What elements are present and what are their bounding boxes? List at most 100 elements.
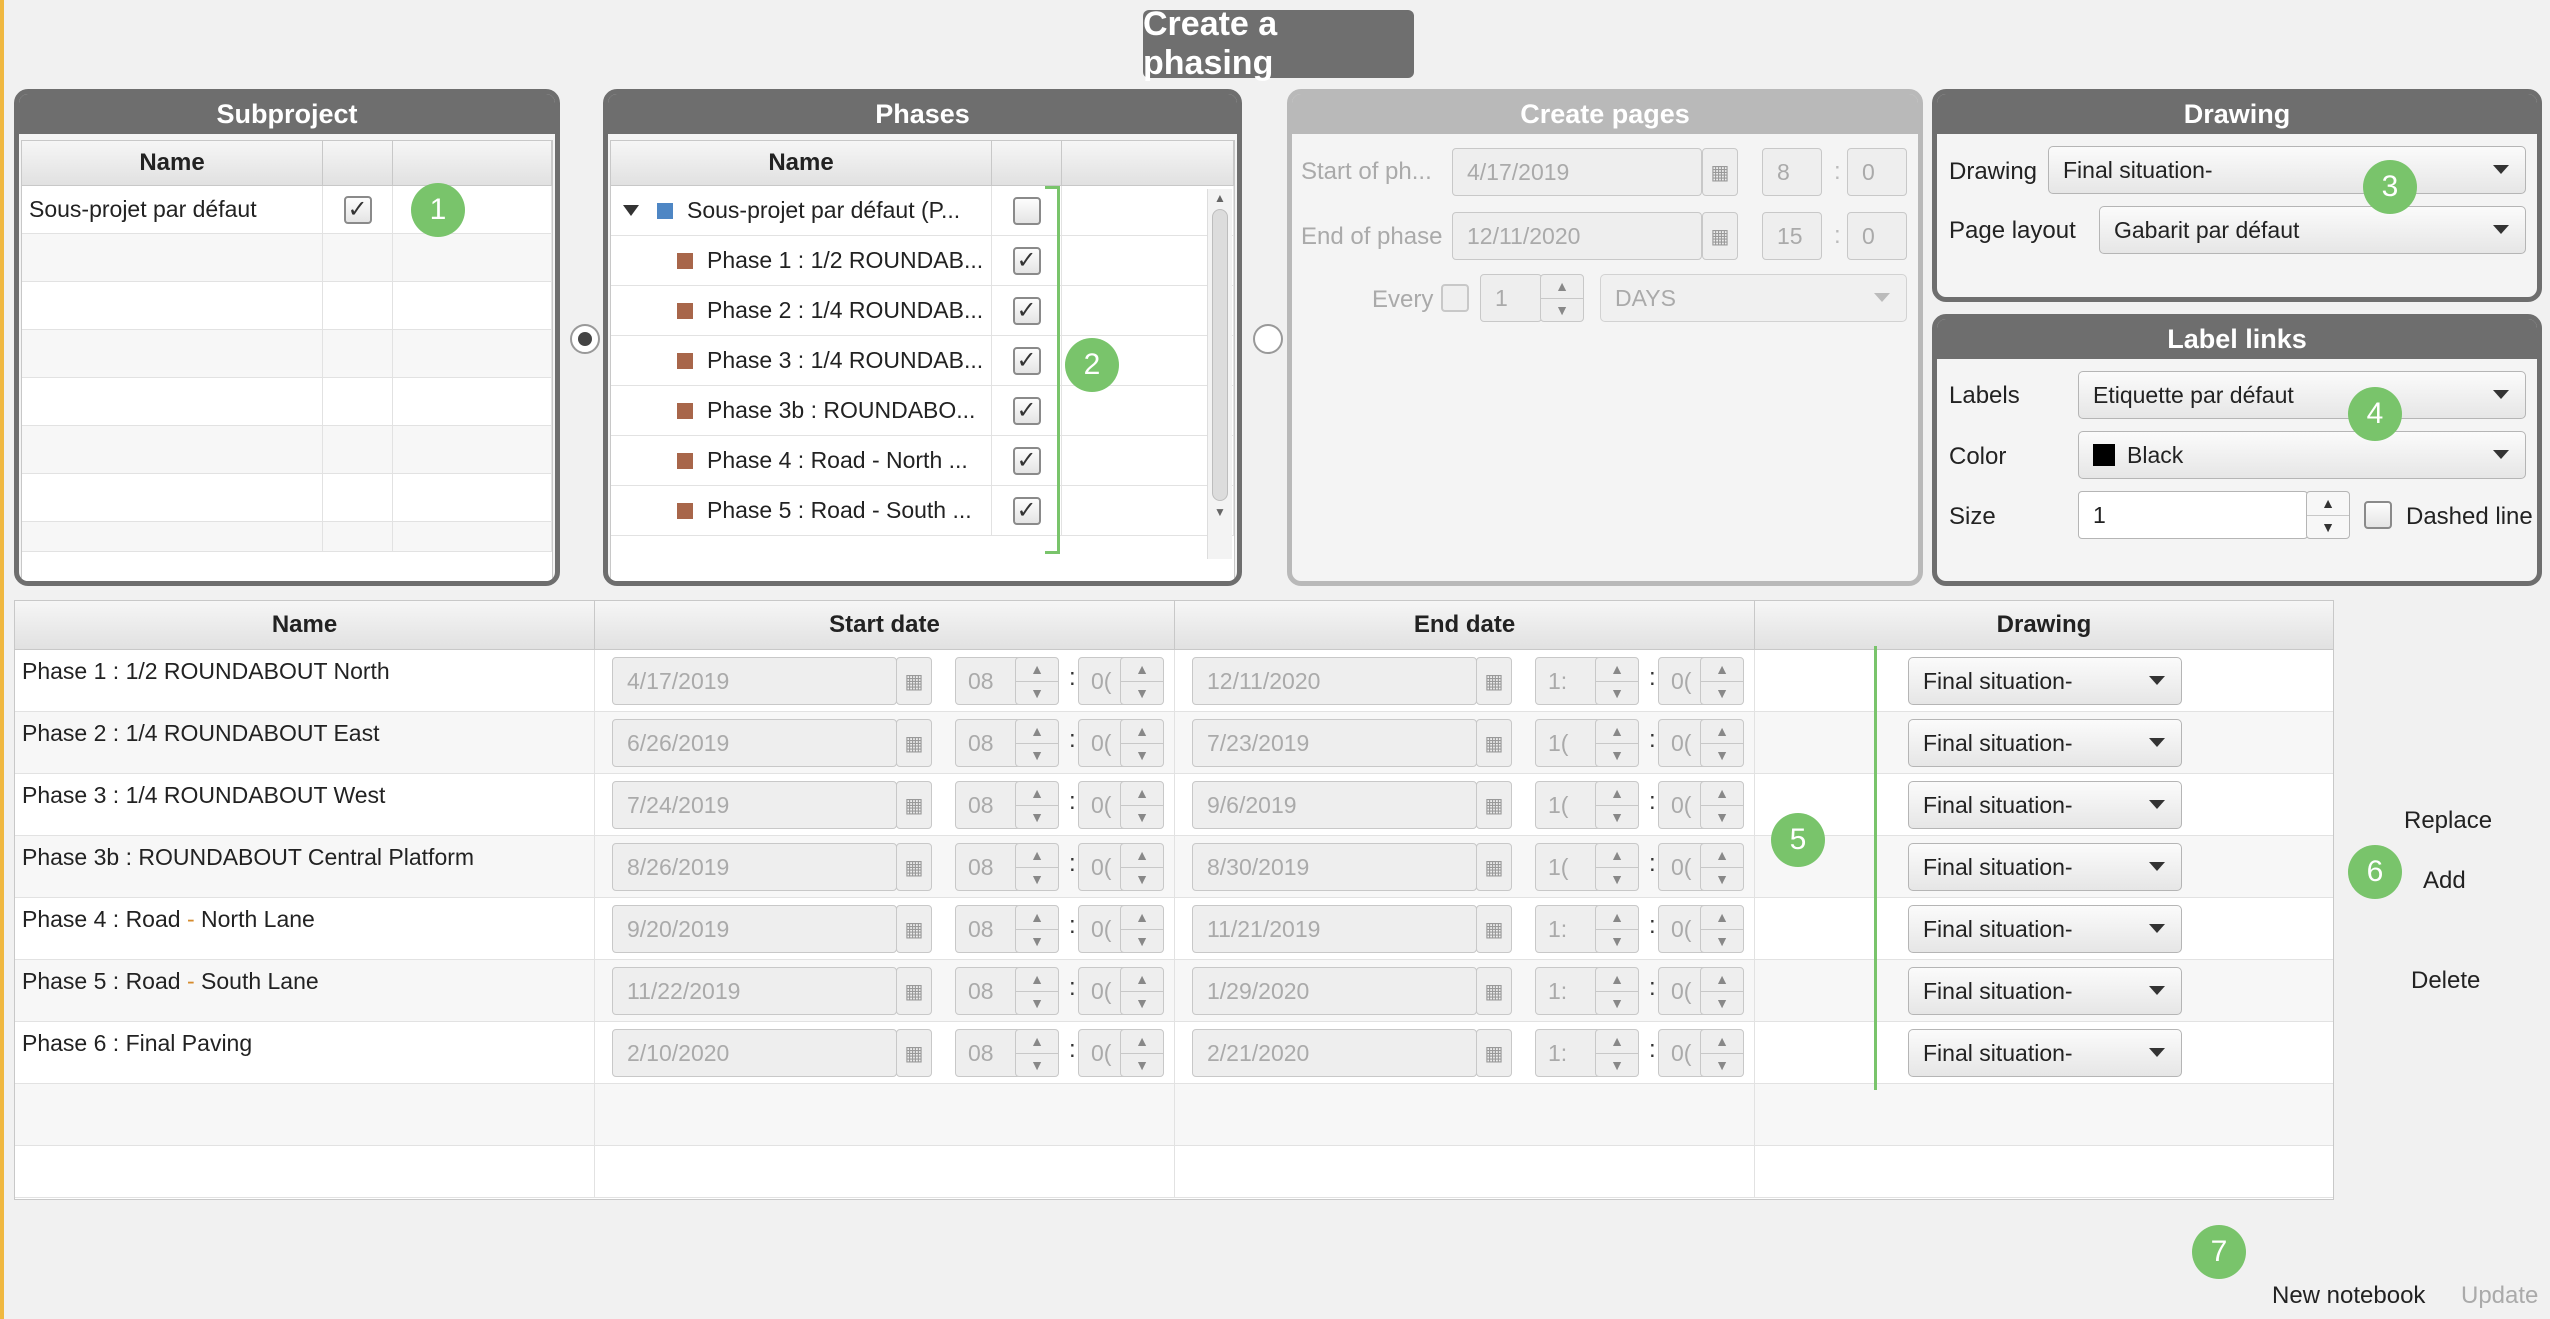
scroll-up-icon[interactable]: ▲ [1208,189,1232,207]
labels-dropdown[interactable]: Etiquette par défaut [2078,371,2526,419]
end-hour-field[interactable]: 1: [1535,967,1601,1015]
add-button[interactable]: Add [2423,867,2466,895]
start-hour-spinner[interactable]: ▲ ▼ [1015,657,1059,705]
start-hour-spinner[interactable]: ▲ ▼ [1015,905,1059,953]
col-name-header[interactable]: Name [22,141,323,185]
calendar-icon[interactable]: ▦ [1702,212,1738,260]
start-date-field[interactable]: 8/26/2019 [612,843,897,891]
start-hour-spinner[interactable]: ▲ ▼ [1015,843,1059,891]
phase-item[interactable]: Phase 5 : Road - South ... ✓ [611,486,1234,536]
color-dropdown[interactable]: Black [2078,431,2526,479]
calendar-icon[interactable]: ▦ [896,843,932,891]
phase-checkbox[interactable]: ✓ [1012,296,1041,325]
table-row[interactable]: Phase 3b : ROUNDABOUT Central Platform 8/… [15,836,2333,898]
start-minute-spinner[interactable]: ▲ ▼ [1120,1029,1164,1077]
phase-item[interactable]: Phase 3b : ROUNDABO... ✓ [611,386,1234,436]
start-hour-field[interactable]: 08 [955,905,1021,953]
end-minute-spinner[interactable]: ▲ ▼ [1700,905,1744,953]
subproject-checkbox[interactable]: ✓ [343,195,372,224]
row-drawing-dropdown[interactable]: Final situation- [1908,967,2182,1015]
start-date-field[interactable]: 7/24/2019 [612,781,897,829]
vertical-scrollbar[interactable]: ▲ ▼ [1207,189,1232,559]
scroll-down-icon[interactable]: ▼ [1208,503,1232,521]
end-hour-spinner[interactable]: ▲ ▼ [1595,657,1639,705]
calendar-icon[interactable]: ▦ [896,657,932,705]
col-name-header[interactable]: Name [15,601,595,649]
replace-button[interactable]: Replace [2404,807,2492,835]
phase-checkbox[interactable]: ✓ [1012,446,1041,475]
calendar-icon[interactable]: ▦ [896,781,932,829]
row-drawing-dropdown[interactable]: Final situation- [1908,719,2182,767]
scrollbar-thumb[interactable] [1212,209,1228,501]
every-checkbox[interactable] [1441,284,1469,312]
end-date-field[interactable]: 2/21/2020 [1192,1029,1477,1077]
end-hour-spinner[interactable]: ▲ ▼ [1595,843,1639,891]
end-hour-spinner[interactable]: ▲ ▼ [1595,1029,1639,1077]
size-field[interactable]: 1 [2078,491,2308,539]
subproject-row[interactable]: Sous-projet par défaut ✓ [22,186,552,234]
end-hour-spinner[interactable]: ▲ ▼ [1595,905,1639,953]
start-minute-field[interactable]: 0 [1847,148,1907,196]
start-date-field[interactable]: 4/17/2019 [612,657,897,705]
end-minute-field[interactable]: 0 [1847,212,1907,260]
end-date-field[interactable]: 9/6/2019 [1192,781,1477,829]
start-hour-field[interactable]: 08 [955,781,1021,829]
table-row[interactable]: Phase 6 : Final Paving 2/10/2020 ▦ 08 ▲ ▼:0(▲… [15,1022,2333,1084]
calendar-icon[interactable]: ▦ [1476,1029,1512,1077]
table-row[interactable]: Phase 5 : Road - South Lane 11/22/2019 ▦ 08… [15,960,2333,1022]
phase-item[interactable]: Phase 1 : 1/2 ROUNDAB... ✓ [611,236,1234,286]
end-hour-field[interactable]: 1: [1535,1029,1601,1077]
table-row[interactable]: Phase 1 : 1/2 ROUNDABOUT North 4/17/2019 ▦… [15,650,2333,712]
row-drawing-dropdown[interactable]: Final situation- [1908,905,2182,953]
end-hour-field[interactable]: 1( [1535,719,1601,767]
start-hour-field[interactable]: 08 [955,657,1021,705]
start-hour-field[interactable]: 08 [955,843,1021,891]
radio-create-pages-mode[interactable] [1253,324,1283,354]
start-date-field[interactable]: 11/22/2019 [612,967,897,1015]
end-hour-field[interactable]: 1( [1535,781,1601,829]
delete-button[interactable]: Delete [2411,967,2480,995]
phase-item[interactable]: Phase 4 : Road - North ... ✓ [611,436,1234,486]
start-minute-spinner[interactable]: ▲ ▼ [1120,657,1164,705]
size-spinner[interactable]: ▲ ▼ [2306,491,2350,539]
col-end-date-header[interactable]: End date [1175,601,1755,649]
start-hour-field[interactable]: 08 [955,1029,1021,1077]
phase-item[interactable]: Phase 2 : 1/4 ROUNDAB... ✓ [611,286,1234,336]
end-minute-spinner[interactable]: ▲ ▼ [1700,719,1744,767]
calendar-icon[interactable]: ▦ [896,1029,932,1077]
phase-checkbox[interactable]: ✓ [1012,346,1041,375]
row-drawing-dropdown[interactable]: Final situation- [1908,1029,2182,1077]
end-hour-spinner[interactable]: ▲ ▼ [1595,967,1639,1015]
end-date-field[interactable]: 7/23/2019 [1192,719,1477,767]
row-drawing-dropdown[interactable]: Final situation- [1908,781,2182,829]
collapse-triangle-icon[interactable] [623,205,639,216]
start-hour-field[interactable]: 8 [1762,148,1822,196]
end-hour-spinner[interactable]: ▲ ▼ [1595,719,1639,767]
end-minute-spinner[interactable]: ▲ ▼ [1700,967,1744,1015]
start-date-field[interactable]: 6/26/2019 [612,719,897,767]
phase-item[interactable]: Phase 3 : 1/4 ROUNDAB... ✓ [611,336,1234,386]
end-hour-spinner[interactable]: ▲ ▼ [1595,781,1639,829]
phase-checkbox[interactable]: ✓ [1012,396,1041,425]
start-date-field[interactable]: 9/20/2019 [612,905,897,953]
start-hour-field[interactable]: 08 [955,719,1021,767]
start-minute-spinner[interactable]: ▲ ▼ [1120,967,1164,1015]
start-hour-spinner[interactable]: ▲ ▼ [1015,1029,1059,1077]
end-hour-field[interactable]: 1: [1535,657,1601,705]
col-check-header[interactable] [992,141,1062,185]
end-date-field[interactable]: 12/11/2020 [1192,657,1477,705]
calendar-icon[interactable]: ▦ [896,905,932,953]
end-date-field[interactable]: 1/29/2020 [1192,967,1477,1015]
end-hour-field[interactable]: 1: [1535,905,1601,953]
table-row[interactable]: Phase 2 : 1/4 ROUNDABOUT East 6/26/2019 ▦ 0… [15,712,2333,774]
start-minute-spinner[interactable]: ▲ ▼ [1120,719,1164,767]
row-drawing-dropdown[interactable]: Final situation- [1908,843,2182,891]
calendar-icon[interactable]: ▦ [1702,148,1738,196]
start-hour-field[interactable]: 08 [955,967,1021,1015]
page-layout-dropdown[interactable]: Gabarit par défaut [2099,206,2526,254]
end-date-field[interactable]: 8/30/2019 [1192,843,1477,891]
new-notebook-button[interactable]: New notebook [2272,1282,2425,1310]
start-hour-spinner[interactable]: ▲ ▼ [1015,967,1059,1015]
phase-checkbox[interactable]: ✓ [1012,246,1041,275]
start-date-field[interactable]: 4/17/2019 [1452,148,1702,196]
